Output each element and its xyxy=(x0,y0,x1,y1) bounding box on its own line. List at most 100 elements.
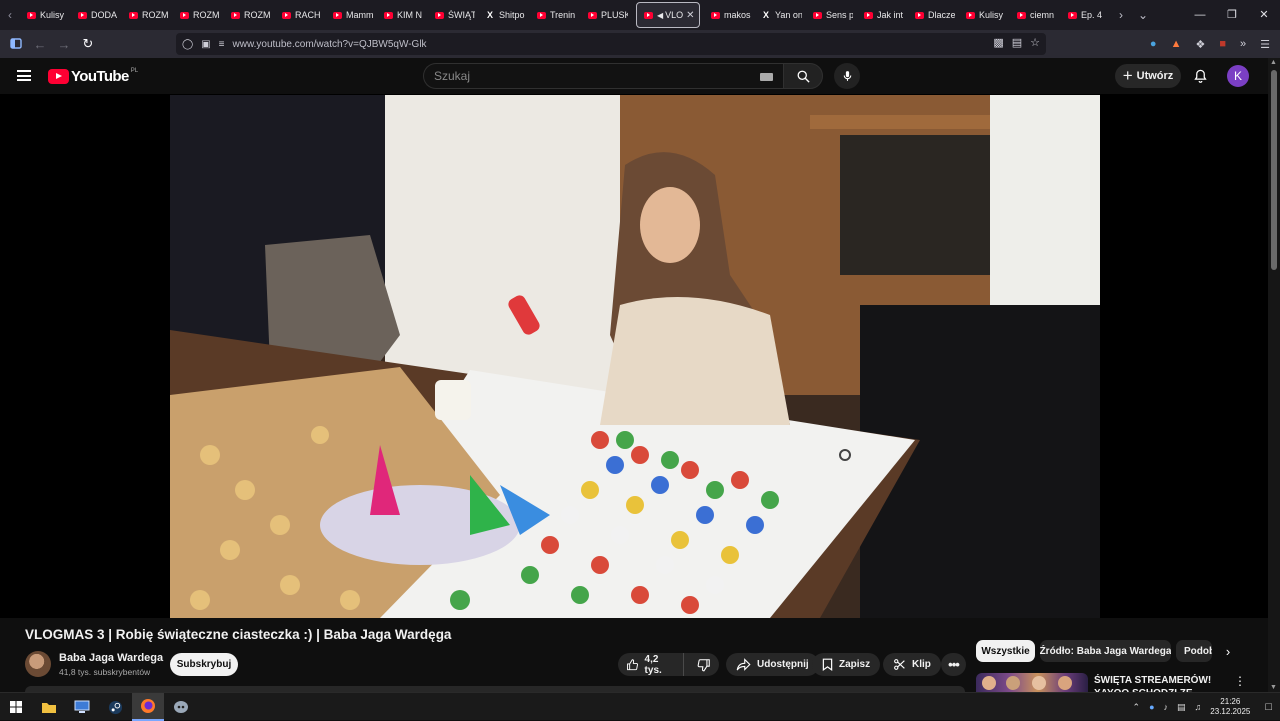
browser-tab[interactable]: KIM N xyxy=(377,2,428,28)
tab-label: Sens p xyxy=(826,10,853,20)
browser-tab[interactable]: X Yan on xyxy=(755,2,806,28)
tab-list: Kulisy DODA ROZM ROZM ROZM RACH Mamm KIM N ŚWIĄT… xyxy=(20,0,1110,30)
menu-icon[interactable]: ☰ xyxy=(1260,38,1270,51)
minimize-icon[interactable]: — xyxy=(1184,0,1216,30)
tab-label: ŚWIĄT xyxy=(448,10,475,20)
vertical-dots-icon[interactable]: ⋮ xyxy=(1234,674,1246,688)
chip-similar[interactable]: Podob xyxy=(1176,640,1212,662)
dislike-button[interactable] xyxy=(690,653,719,676)
extensions-puzzle-icon[interactable]: ❖ xyxy=(1195,38,1205,51)
extension-fox-icon[interactable]: ▲ xyxy=(1171,38,1182,50)
save-button[interactable]: Zapisz xyxy=(812,653,881,676)
browser-tab[interactable]: ŚWIĄT xyxy=(428,2,479,28)
firefox-taskbar-icon[interactable] xyxy=(132,693,164,721)
restore-icon[interactable]: ❐ xyxy=(1216,0,1248,30)
search-button[interactable] xyxy=(783,63,823,89)
browser-tab[interactable]: makos xyxy=(704,2,755,28)
tab-list-dropdown-icon[interactable]: ⌄ xyxy=(1132,8,1154,22)
tab-label: Mamm xyxy=(346,10,373,20)
keyboard-icon[interactable] xyxy=(760,73,773,81)
url-text[interactable]: www.youtube.com/watch?v=QJBW5qW-Glk xyxy=(233,39,427,50)
network-icon[interactable]: ▤ xyxy=(1177,702,1186,713)
chip-channel-source[interactable]: Źródło: Baba Jaga Wardega xyxy=(1040,640,1171,662)
channel-name[interactable]: Baba Jaga Wardega xyxy=(59,652,163,664)
tab-scroll-left-icon[interactable]: ‹ xyxy=(0,8,20,22)
tray-app-icon[interactable]: ● xyxy=(1149,702,1154,712)
clip-button[interactable]: Klip xyxy=(883,653,941,676)
browser-tab[interactable]: RACH xyxy=(275,2,326,28)
sidebar-toggle-icon[interactable] xyxy=(4,37,28,52)
forward-icon[interactable]: → xyxy=(52,37,76,52)
extension-badge-icon[interactable]: ■ xyxy=(1219,38,1226,50)
clock[interactable]: 21:26 23.12.2025 xyxy=(1210,697,1250,717)
permissions-icon[interactable]: ≡ xyxy=(219,39,225,50)
browser-tab[interactable]: Kulisy xyxy=(959,2,1010,28)
browser-tab[interactable]: Mamm xyxy=(326,2,377,28)
ublock-icon[interactable]: ● xyxy=(1150,38,1157,50)
chip-all[interactable]: Wszystkie xyxy=(976,640,1035,662)
discord-like-taskbar-icon[interactable] xyxy=(165,693,197,721)
browser-tab[interactable]: X Shitpo xyxy=(479,2,530,28)
channel-avatar[interactable] xyxy=(25,651,51,677)
back-icon[interactable]: ← xyxy=(28,37,52,52)
address-bar[interactable]: ◯ ▣ ≡ www.youtube.com/watch?v=QJBW5qW-Gl… xyxy=(176,33,1046,55)
file-explorer-taskbar-icon[interactable] xyxy=(33,693,65,721)
search-input[interactable]: Szukaj xyxy=(423,63,783,89)
video-player[interactable] xyxy=(170,95,1100,618)
youtube-logo[interactable]: YouTube PL xyxy=(48,68,138,85)
scrollbar-thumb[interactable] xyxy=(1271,70,1277,270)
speaker-icon[interactable]: ◀ xyxy=(657,11,663,20)
shield-icon[interactable]: ◯ xyxy=(182,39,193,50)
browser-tab[interactable]: ROZM xyxy=(122,2,173,28)
account-avatar[interactable]: K xyxy=(1227,65,1249,87)
browser-tab[interactable]: Ep. 4 xyxy=(1061,2,1110,28)
browser-tab[interactable]: ROZM xyxy=(224,2,275,28)
browser-tab[interactable]: Sens p xyxy=(806,2,857,28)
browser-tab[interactable]: Jak int xyxy=(857,2,908,28)
speaker-icon[interactable]: ♫ xyxy=(1195,702,1202,712)
recommendation-title[interactable]: ŚWIĘTA STREAMERÓW! XAYOO SCHODZI ZE SCEN… xyxy=(1094,674,1234,692)
picture-in-picture-icon[interactable]: ▩ xyxy=(993,36,1003,49)
system-tray: ⌃ ● ♪ ▤ ♫ 21:26 23.12.2025 □ xyxy=(1133,693,1272,721)
browser-tab[interactable]: ciemn xyxy=(1010,2,1061,28)
youtube-icon xyxy=(965,10,975,20)
steam-taskbar-icon[interactable] xyxy=(99,693,131,721)
voice-search-button[interactable] xyxy=(834,63,860,89)
reload-icon[interactable]: ↻ xyxy=(76,36,100,52)
notification-center-icon[interactable]: □ xyxy=(1265,701,1272,713)
browser-tab[interactable]: ROZM xyxy=(173,2,224,28)
volume-icon[interactable]: ♪ xyxy=(1164,702,1169,712)
create-button[interactable]: + Utwórz xyxy=(1115,64,1181,88)
youtube-icon xyxy=(587,10,597,20)
more-actions-button[interactable]: ••• xyxy=(941,653,966,676)
scroll-down-icon[interactable]: ▼ xyxy=(1270,684,1277,691)
page-scrollbar[interactable]: ▲ ▼ xyxy=(1268,58,1280,692)
start-button[interactable] xyxy=(0,693,32,721)
network-app-taskbar-icon[interactable] xyxy=(66,693,98,721)
guide-menu-icon[interactable] xyxy=(17,70,31,81)
chevron-right-icon[interactable]: › xyxy=(1219,642,1237,660)
notifications-button[interactable] xyxy=(1190,66,1210,86)
browser-tab[interactable]: DODA xyxy=(71,2,122,28)
subscribe-button[interactable]: Subskrybuj xyxy=(170,653,238,676)
tab-scroll-right-icon[interactable]: › xyxy=(1110,8,1132,22)
share-button[interactable]: Udostępnij xyxy=(726,653,819,676)
browser-tab[interactable]: PLUSK xyxy=(581,2,632,28)
browser-tab[interactable]: Dlacze xyxy=(908,2,959,28)
overflow-chevron-icon[interactable]: » xyxy=(1240,38,1246,50)
lock-icon[interactable]: ▣ xyxy=(201,39,210,50)
tab-label: makos xyxy=(724,10,751,20)
browser-tab[interactable]: Kulisy xyxy=(20,2,71,28)
reader-view-icon[interactable]: ▤ xyxy=(1012,36,1022,49)
browser-tab[interactable]: Trenin xyxy=(530,2,581,28)
bookmark-star-icon[interactable]: ☆ xyxy=(1030,36,1040,49)
youtube-masthead: YouTube PL Szukaj + Utwórz K xyxy=(0,58,1268,94)
close-window-icon[interactable]: ✕ xyxy=(1248,0,1280,30)
like-button[interactable]: 4,2 tys. xyxy=(618,653,684,676)
tab-label: RACH xyxy=(295,10,321,20)
browser-tab[interactable]: ◀ VLO ✕ xyxy=(636,2,700,28)
tray-chevron-up-icon[interactable]: ⌃ xyxy=(1133,702,1141,713)
recommendation-thumbnail[interactable] xyxy=(976,673,1088,692)
scroll-up-icon[interactable]: ▲ xyxy=(1270,59,1277,66)
close-tab-icon[interactable]: ✕ xyxy=(686,10,694,21)
